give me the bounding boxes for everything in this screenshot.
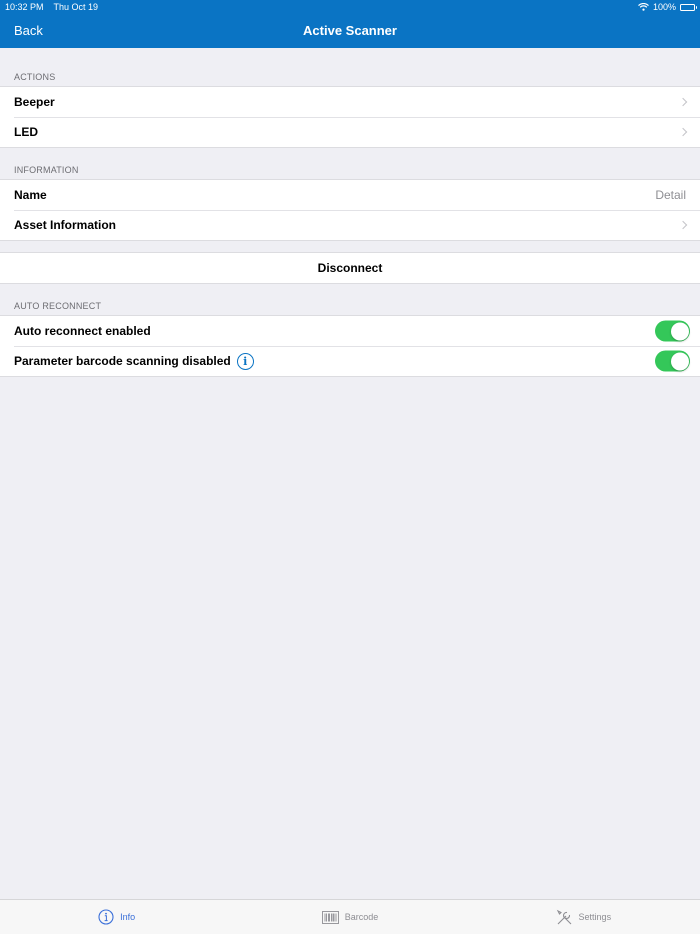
status-date: Thu Oct 19	[53, 2, 99, 12]
disconnect-button[interactable]: Disconnect	[0, 253, 700, 283]
tab-settings-label: Settings	[578, 912, 612, 922]
tab-settings[interactable]: Settings	[467, 900, 700, 934]
tab-info[interactable]: Info	[0, 900, 233, 934]
name-row: Name Detail	[0, 180, 700, 210]
section-header-auto-reconnect: AUTO RECONNECT	[14, 301, 102, 311]
auto-reconnect-label: Auto reconnect enabled	[14, 324, 151, 338]
info-icon	[98, 909, 114, 925]
tab-bar: Info Barcode Settings	[0, 899, 700, 934]
page-title: Active Scanner	[303, 23, 397, 38]
actions-group: Beeper LED	[0, 86, 700, 148]
asset-information-row[interactable]: Asset Information	[0, 210, 700, 240]
beeper-label: Beeper	[14, 95, 55, 109]
auto-reconnect-group: Auto reconnect enabled Parameter barcode…	[0, 315, 700, 377]
chevron-right-icon	[678, 97, 688, 107]
parameter-barcode-row: Parameter barcode scanning disabled i	[0, 346, 700, 376]
asset-information-label: Asset Information	[14, 218, 117, 232]
info-icon[interactable]: i	[236, 352, 254, 370]
led-label: LED	[14, 125, 38, 139]
battery-icon	[680, 3, 697, 11]
status-time: 10:32 PM	[5, 2, 44, 12]
section-header-actions: ACTIONS	[14, 72, 56, 82]
information-group: Name Detail Asset Information	[0, 179, 700, 241]
disconnect-group: Disconnect	[0, 252, 700, 284]
tab-barcode-label: Barcode	[344, 912, 379, 922]
barcode-icon	[321, 910, 339, 924]
tab-info-label: Info	[120, 912, 136, 922]
navigation-bar: Back Active Scanner	[0, 14, 700, 48]
status-right: 100%	[638, 2, 697, 12]
tab-barcode[interactable]: Barcode	[233, 900, 466, 934]
disconnect-label: Disconnect	[317, 261, 383, 275]
led-row[interactable]: LED	[0, 117, 700, 147]
parameter-barcode-toggle[interactable]	[655, 350, 690, 372]
status-bar: 10:32 PM Thu Oct 19 100%	[0, 0, 700, 14]
beeper-row[interactable]: Beeper	[0, 87, 700, 117]
tools-icon	[556, 909, 571, 924]
chevron-right-icon	[678, 220, 688, 230]
name-label: Name	[14, 188, 47, 202]
section-header-information: INFORMATION	[14, 165, 79, 175]
auto-reconnect-row: Auto reconnect enabled	[0, 316, 700, 346]
battery-percent: 100%	[652, 2, 676, 12]
parameter-barcode-label: Parameter barcode scanning disabled	[14, 354, 231, 368]
wifi-icon	[638, 3, 649, 11]
chevron-right-icon	[678, 127, 688, 137]
auto-reconnect-toggle[interactable]	[655, 320, 690, 342]
name-detail: Detail	[655, 188, 686, 202]
back-button[interactable]: Back	[14, 14, 43, 48]
